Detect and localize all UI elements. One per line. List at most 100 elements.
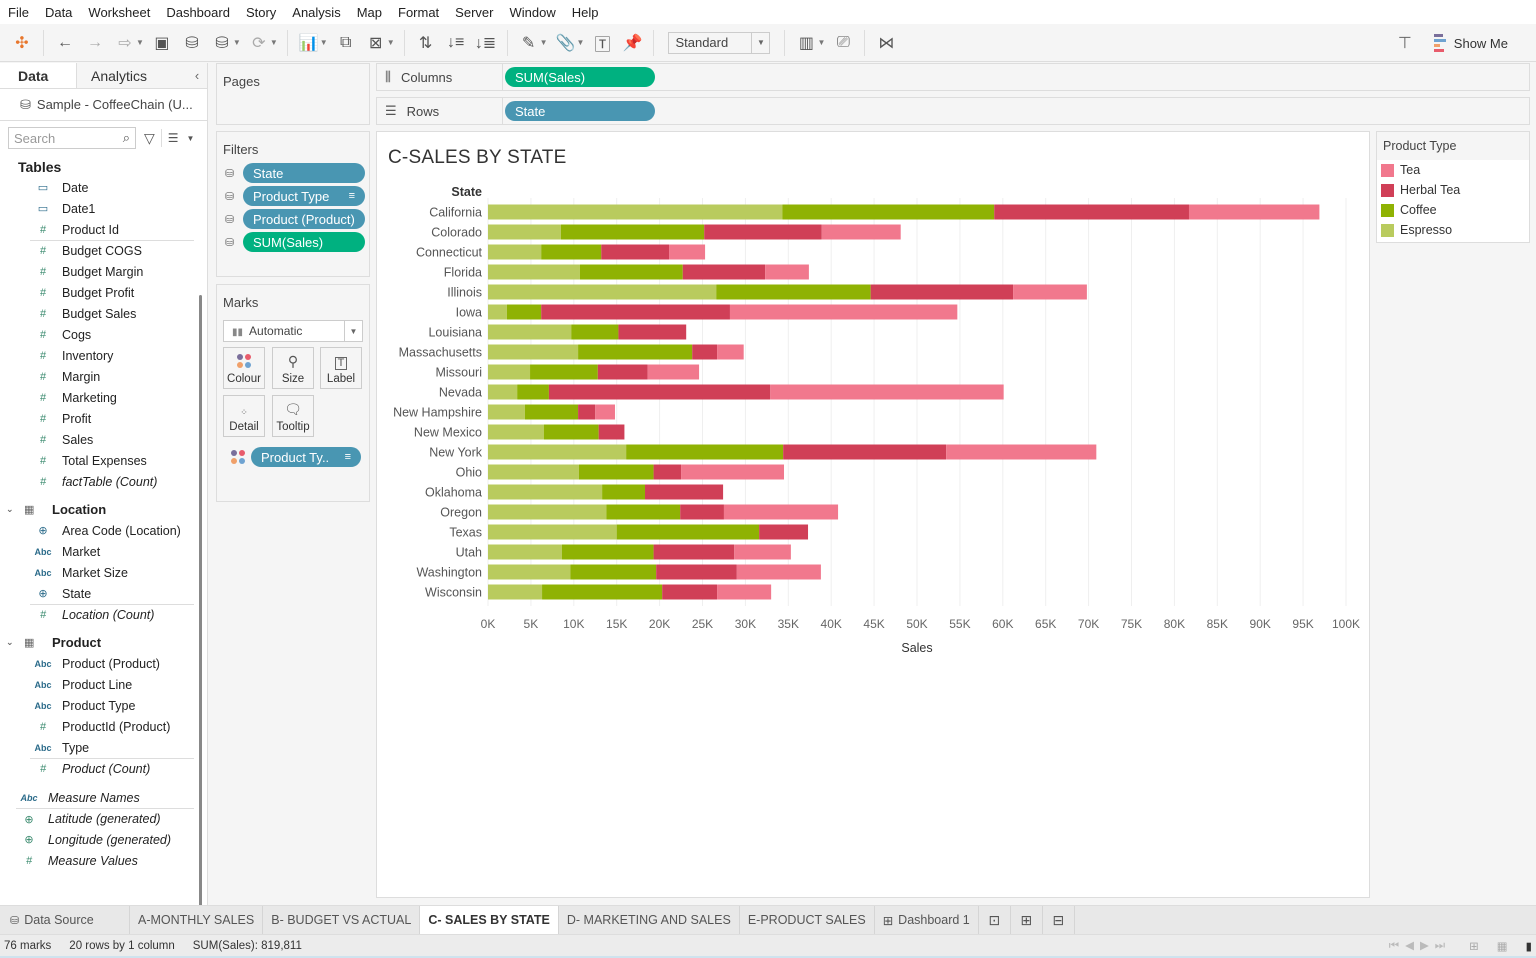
- state-label[interactable]: Colorado: [431, 226, 482, 240]
- bar-segment-herbal-tea[interactable]: [704, 224, 822, 240]
- bar-segment-espresso[interactable]: [488, 584, 543, 600]
- new-worksheet-icon[interactable]: ⊡: [979, 906, 1011, 934]
- bar-segment-tea[interactable]: [765, 264, 809, 280]
- bar-segment-coffee[interactable]: [616, 524, 760, 540]
- bar-segment-coffee[interactable]: [506, 304, 542, 320]
- bar-segment-espresso[interactable]: [488, 444, 627, 460]
- presentation-mode-icon[interactable]: ⎚: [831, 31, 855, 55]
- fit-select[interactable]: Standard ▼: [668, 31, 771, 54]
- bar-segment-tea[interactable]: [669, 244, 706, 260]
- legend-item[interactable]: Espresso: [1377, 220, 1529, 240]
- new-worksheet-icon[interactable]: 📊: [297, 31, 321, 55]
- state-label[interactable]: New Mexico: [414, 426, 482, 440]
- bar-segment-espresso[interactable]: [488, 284, 717, 300]
- field-item[interactable]: ▭ Date: [0, 177, 194, 198]
- bar-segment-herbal-tea[interactable]: [653, 464, 682, 480]
- bar-segment-coffee[interactable]: [571, 324, 619, 340]
- field-item[interactable]: # Budget Profit: [0, 282, 194, 303]
- state-label[interactable]: Connecticut: [416, 246, 483, 260]
- bar-segment-herbal-tea[interactable]: [578, 404, 596, 420]
- field-item[interactable]: # Measure Values: [0, 850, 194, 871]
- sheet-tab[interactable]: B- BUDGET VS ACTUAL: [263, 906, 421, 934]
- field-item[interactable]: # Profit: [0, 408, 194, 429]
- state-label[interactable]: New Hampshire: [393, 406, 482, 420]
- state-label[interactable]: Utah: [456, 546, 482, 560]
- field-item[interactable]: Abc Type: [0, 737, 194, 758]
- field-item[interactable]: # Sales: [0, 429, 194, 450]
- bar-segment-herbal-tea[interactable]: [548, 384, 771, 400]
- state-label[interactable]: Massachusetts: [399, 346, 482, 360]
- sort-ascending-icon[interactable]: ↓≡: [444, 31, 468, 55]
- bar-segment-espresso[interactable]: [488, 384, 518, 400]
- bar-segment-espresso[interactable]: [488, 264, 580, 280]
- field-item[interactable]: ⊕ Longitude (generated): [0, 829, 194, 850]
- pause-updates-icon[interactable]: ⛁: [210, 31, 234, 55]
- field-item[interactable]: # Budget Margin: [0, 261, 194, 282]
- bar-segment-coffee[interactable]: [570, 564, 657, 580]
- new-dashboard-icon[interactable]: ⊞: [1011, 906, 1043, 934]
- state-label[interactable]: Oklahoma: [425, 486, 482, 500]
- bar-segment-coffee[interactable]: [517, 384, 549, 400]
- field-item[interactable]: # Margin: [0, 366, 194, 387]
- new-story-icon[interactable]: ⊟: [1043, 906, 1075, 934]
- undo-icon[interactable]: ←: [53, 31, 77, 55]
- columns-pill-sum-sales[interactable]: SUM(Sales): [505, 67, 655, 87]
- sheet-tab[interactable]: ⛁ Data Source: [0, 906, 130, 934]
- bar-segment-espresso[interactable]: [488, 424, 544, 440]
- bar-segment-tea[interactable]: [723, 504, 839, 520]
- bar-segment-coffee[interactable]: [578, 344, 693, 360]
- datasource-item[interactable]: ⛁ Sample - CoffeeChain (U...: [0, 89, 207, 121]
- bar-segment-herbal-tea[interactable]: [598, 424, 625, 440]
- bar-segment-tea[interactable]: [736, 564, 821, 580]
- tab-analytics[interactable]: Analytics: [77, 63, 187, 88]
- bar-segment-espresso[interactable]: [488, 464, 579, 480]
- field-item[interactable]: # Location (Count): [30, 604, 194, 625]
- bar-segment-tea[interactable]: [946, 444, 1097, 460]
- bar-segment-tea[interactable]: [821, 224, 901, 240]
- state-label[interactable]: New York: [429, 446, 483, 460]
- redo-icon[interactable]: →: [83, 31, 107, 55]
- sheet-tab[interactable]: C- SALES BY STATE: [420, 906, 559, 934]
- bar-segment-tea[interactable]: [681, 464, 785, 480]
- label-button[interactable]: T Label: [320, 347, 362, 389]
- new-datasource-icon[interactable]: ⛁: [180, 31, 204, 55]
- sheet-tab[interactable]: A-MONTHLY SALES: [130, 906, 264, 934]
- rows-pill-state[interactable]: State: [505, 101, 655, 121]
- bar-segment-herbal-tea[interactable]: [656, 564, 737, 580]
- signpost-icon[interactable]: ⊤: [1398, 33, 1412, 53]
- field-item[interactable]: # Budget COGS: [30, 240, 194, 261]
- duplicate-sheet-icon[interactable]: ⧉: [334, 31, 358, 55]
- size-button[interactable]: ⚲ Size: [272, 347, 314, 389]
- bar-segment-herbal-tea[interactable]: [692, 344, 718, 360]
- save-icon[interactable]: ▣: [150, 31, 174, 55]
- bar-segment-tea[interactable]: [734, 544, 791, 560]
- menu-worksheet[interactable]: Worksheet: [88, 5, 150, 20]
- filters-card[interactable]: Filters ⛁ State ⛁ Product Type ≡ ⛁ Product (Pr…: [216, 131, 370, 277]
- filter-pill[interactable]: Product Type ≡: [243, 186, 365, 206]
- highlight-icon[interactable]: ✎: [517, 31, 541, 55]
- bar-segment-espresso[interactable]: [488, 404, 525, 420]
- field-item[interactable]: # factTable (Count): [0, 471, 194, 492]
- bar-segment-coffee[interactable]: [716, 284, 871, 300]
- bar-segment-herbal-tea[interactable]: [662, 584, 718, 600]
- bar-segment-coffee[interactable]: [543, 424, 599, 440]
- field-item[interactable]: Abc Market: [0, 541, 194, 562]
- bar-segment-tea[interactable]: [647, 364, 700, 380]
- bar-segment-tea[interactable]: [595, 404, 615, 420]
- share-icon[interactable]: ⋈: [874, 31, 898, 55]
- view-options-icon[interactable]: ☰: [168, 131, 179, 145]
- bar-segment-espresso[interactable]: [488, 224, 561, 240]
- bar-segment-coffee[interactable]: [560, 224, 705, 240]
- show-me-button[interactable]: ⊤ Show Me: [1398, 24, 1508, 62]
- bar-segment-coffee[interactable]: [602, 484, 646, 500]
- bar-segment-coffee[interactable]: [542, 584, 663, 600]
- bar-segment-coffee[interactable]: [561, 544, 654, 560]
- bar-segment-herbal-tea[interactable]: [870, 284, 1014, 300]
- bar-segment-herbal-tea[interactable]: [994, 204, 1189, 220]
- state-label[interactable]: Oregon: [440, 506, 482, 520]
- bar-segment-tea[interactable]: [770, 384, 1004, 400]
- filter-icon[interactable]: ▽: [144, 130, 155, 147]
- menu-dashboard[interactable]: Dashboard: [166, 5, 230, 20]
- bar-segment-tea[interactable]: [717, 584, 772, 600]
- state-label[interactable]: Illinois: [447, 286, 482, 300]
